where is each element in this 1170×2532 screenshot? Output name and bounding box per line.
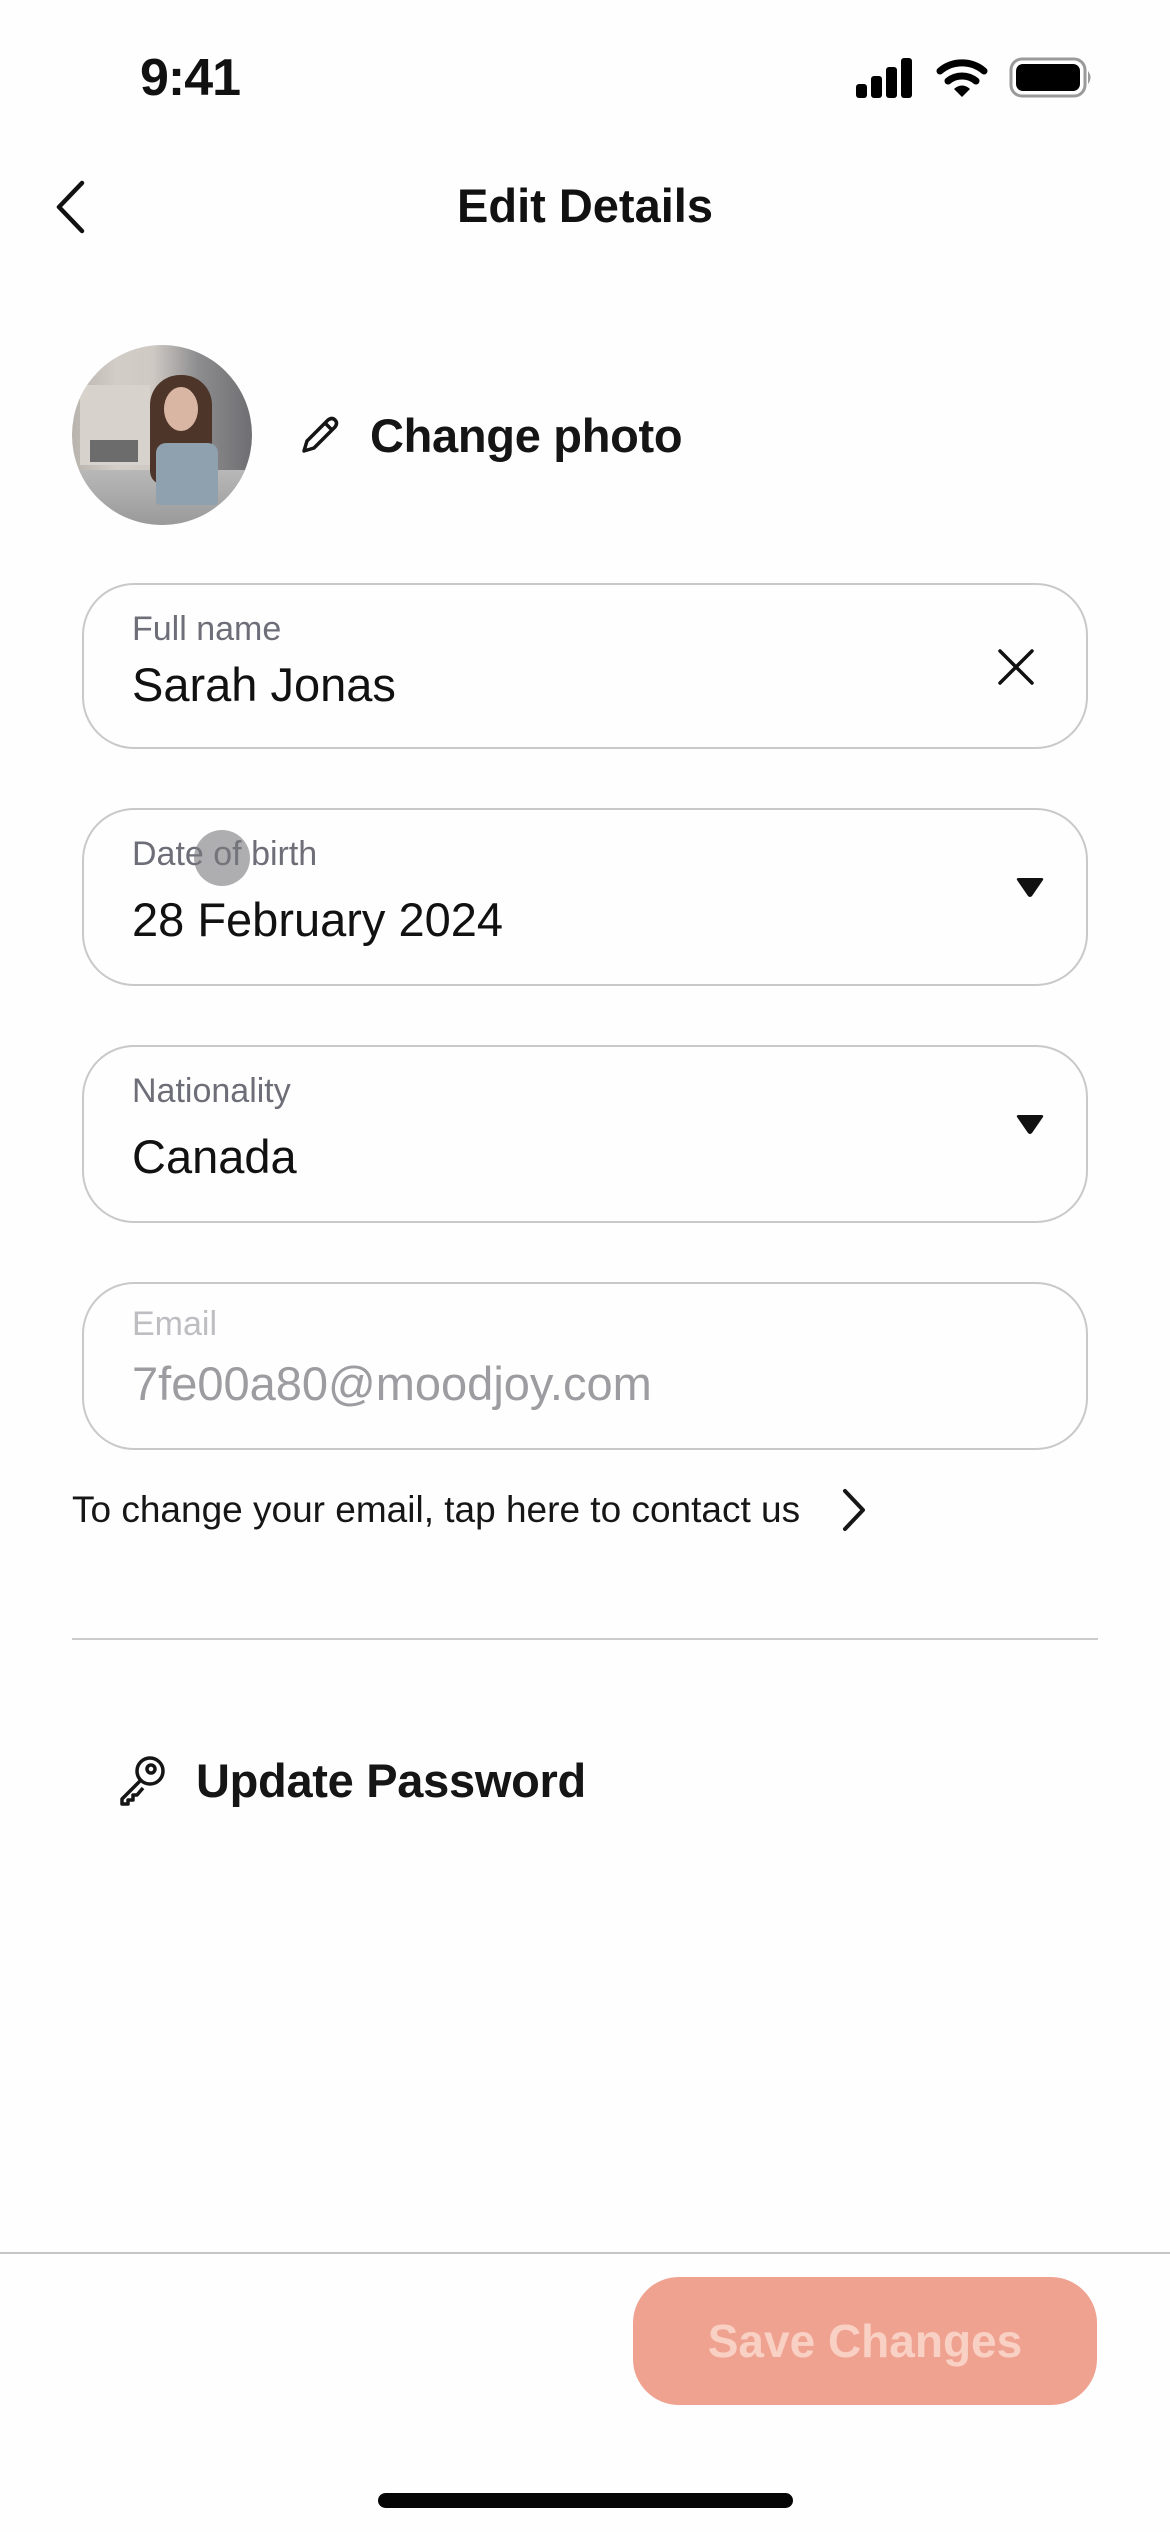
date-of-birth-value: 28 February 2024 [132,893,504,946]
nationality-value: Canada [132,1130,297,1183]
nationality-field[interactable]: Nationality Canada [82,1045,1088,1223]
avatar-photo-top [156,443,218,505]
footer-divider [0,2252,1170,2254]
status-time: 9:41 [140,49,241,107]
battery-icon [1009,57,1091,98]
email-label: Email [132,1305,218,1343]
page-title: Edit Details [457,179,713,232]
contact-us-text: To change your email, tap here to contac… [72,1489,801,1530]
pencil-icon [302,416,339,453]
cellular-signal-icon [856,58,912,98]
date-of-birth-label: Date of birth [132,835,318,873]
date-of-birth-field[interactable]: Date of birth 28 February 2024 [82,808,1088,986]
update-password-label: Update Password [196,1753,586,1807]
status-icons [854,56,1094,100]
section-divider [72,1638,1098,1640]
avatar-photo-face [164,387,198,431]
email-value: 7fe00a80@moodjoy.com [132,1357,652,1410]
avatar[interactable] [72,345,252,525]
full-name-label: Full name [132,610,282,648]
dropdown-caret-icon [1016,878,1044,897]
change-photo-button[interactable]: Change photo [298,405,683,465]
clear-name-button[interactable] [986,637,1046,697]
full-name-value[interactable]: Sarah Jonas [132,657,396,713]
full-name-field[interactable]: Full name Sarah Jonas [82,583,1088,749]
status-icons-svg [856,57,1091,98]
change-photo-label: Change photo [370,408,683,462]
key-icon [120,1756,165,1806]
contact-us-link[interactable]: To change your email, tap here to contac… [72,1480,868,1540]
dropdown-caret-icon [1016,1115,1044,1134]
home-indicator [378,2493,793,2508]
wifi-icon [936,59,988,97]
update-password-button[interactable]: Update Password [118,1750,586,1810]
nationality-dropdown[interactable] [1010,1107,1050,1143]
chevron-right-icon [843,1489,866,1531]
email-field: Email 7fe00a80@moodjoy.com [82,1282,1088,1450]
clear-x-icon [998,649,1034,685]
avatar-photo-building [80,385,150,465]
save-changes-button[interactable]: Save Changes [633,2277,1097,2405]
nationality-label: Nationality [132,1072,291,1110]
date-of-birth-dropdown[interactable] [1010,870,1050,906]
